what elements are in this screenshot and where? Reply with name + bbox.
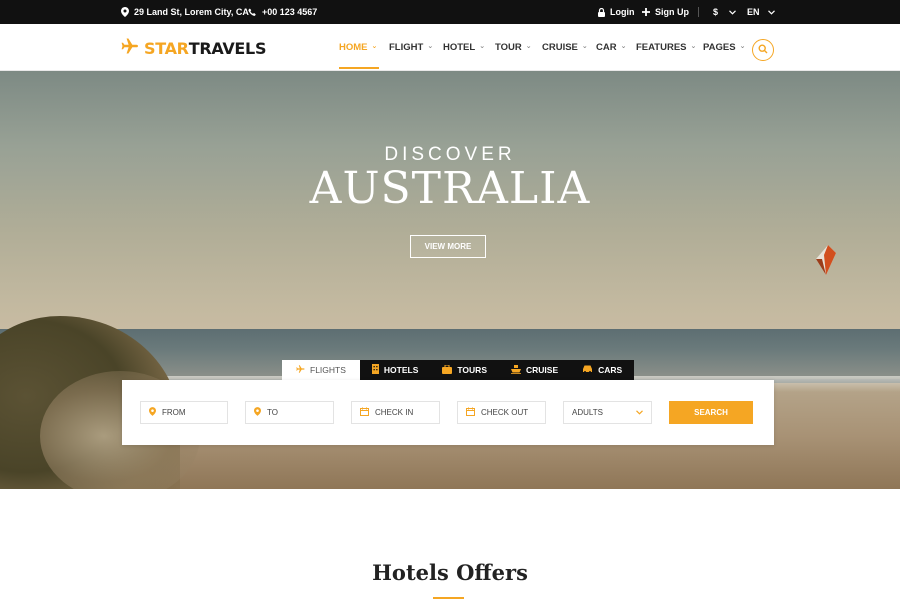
nav-features-label: FEATURES <box>636 41 687 53</box>
tab-cars[interactable]: CARS <box>570 360 635 380</box>
search-submit-button[interactable]: SEARCH <box>669 401 753 424</box>
hero-title: AUSTRALIA <box>309 163 591 214</box>
adults-select[interactable]: ADULTS <box>563 401 652 424</box>
chevron-down-icon: ⌄ <box>581 43 588 50</box>
chevron-down-icon <box>767 9 775 15</box>
nav-hotel-label: HOTEL <box>443 41 476 53</box>
plus-icon <box>642 8 650 16</box>
calendar-icon <box>466 407 475 418</box>
phone-text: +00 123 4567 <box>262 7 318 17</box>
view-more-button[interactable]: VIEW MORE <box>410 235 486 258</box>
search-tabs: FLIGHTS HOTELS TOURS CRUISE CARS <box>282 360 635 380</box>
phone-icon <box>248 7 257 17</box>
check-in-field[interactable]: CHECK IN <box>351 401 440 424</box>
check-out-placeholder: CHECK OUT <box>481 408 529 417</box>
chevron-down-icon: ⌄ <box>525 43 532 50</box>
to-field[interactable]: TO <box>245 401 334 424</box>
check-out-field[interactable]: CHECK OUT <box>457 401 546 424</box>
from-field[interactable]: FROM <box>140 401 228 424</box>
to-placeholder: TO <box>267 408 278 417</box>
tab-hotels[interactable]: HOTELS <box>359 360 431 380</box>
signup-link[interactable]: Sign Up <box>642 0 689 24</box>
plane-icon <box>296 365 305 375</box>
search-icon <box>758 41 768 59</box>
search-button[interactable] <box>752 39 774 61</box>
nav-cruise-label: CRUISE <box>542 41 578 53</box>
tab-cars-label: CARS <box>598 365 623 375</box>
map-pin-icon <box>121 7 129 17</box>
nav-car[interactable]: CAR ⌄ <box>596 24 626 70</box>
tab-tours-label: TOURS <box>457 365 487 375</box>
chevron-down-icon: ⌄ <box>620 43 627 50</box>
section-title-underline <box>433 597 464 599</box>
currency-selector[interactable]: $ <box>713 0 736 24</box>
chevron-down-icon: ⌄ <box>739 43 746 50</box>
nav-tour-label: TOUR <box>495 41 522 53</box>
top-bar: 29 Land St, Lorem City, CA +00 123 4567 … <box>0 0 900 24</box>
address-text: 29 Land St, Lorem City, CA <box>134 7 249 17</box>
nav-tour[interactable]: TOUR ⌄ <box>495 24 532 70</box>
nav-flight[interactable]: FLIGHT ⌄ <box>389 24 433 70</box>
tab-flights[interactable]: FLIGHTS <box>282 360 360 380</box>
nav-pages-label: PAGES <box>703 41 736 53</box>
login-link[interactable]: Login <box>598 0 635 24</box>
nav-home-label: HOME <box>339 41 368 53</box>
calendar-icon <box>360 407 369 418</box>
check-in-placeholder: CHECK IN <box>375 408 414 417</box>
signup-label: Sign Up <box>655 7 689 17</box>
lock-icon <box>598 7 605 17</box>
active-nav-indicator <box>339 67 379 69</box>
login-label: Login <box>610 7 635 17</box>
divider <box>698 7 699 17</box>
brand-name-part1: STAR <box>144 38 189 58</box>
car-icon <box>582 365 593 375</box>
nav-cruise[interactable]: CRUISE ⌄ <box>542 24 588 70</box>
currency-value: $ <box>713 7 719 17</box>
tab-cruise-label: CRUISE <box>526 365 559 375</box>
suitcase-icon <box>442 364 453 376</box>
chevron-down-icon <box>729 9 736 15</box>
language-value: EN <box>747 7 760 17</box>
chevron-down-icon <box>636 408 643 417</box>
brand-name-part2: TRAVELS <box>188 38 267 58</box>
tab-flights-label: FLIGHTS <box>310 365 346 375</box>
brand-logo[interactable]: STAR TRAVELS <box>121 36 266 60</box>
address-info: 29 Land St, Lorem City, CA <box>121 0 249 24</box>
kite-image <box>814 245 836 280</box>
adults-value: ADULTS <box>572 408 603 417</box>
tab-cruise[interactable]: CRUISE <box>499 360 571 380</box>
tab-tours[interactable]: TOURS <box>430 360 499 380</box>
chevron-down-icon: ⌄ <box>690 43 697 50</box>
chevron-down-icon: ⌄ <box>427 43 434 50</box>
map-pin-icon <box>254 407 261 418</box>
ship-icon <box>511 364 521 376</box>
hotel-icon <box>371 364 379 376</box>
nav-car-label: CAR <box>596 41 617 53</box>
nav-hotel[interactable]: HOTEL ⌄ <box>443 24 485 70</box>
flight-search-form: FROM TO CHECK IN CHECK OUT ADULTS SEARCH <box>122 380 774 445</box>
section-title: Hotels Offers <box>372 560 528 585</box>
nav-flight-label: FLIGHT <box>389 41 424 53</box>
nav-features[interactable]: FEATURES ⌄ <box>636 24 696 70</box>
phone-info: +00 123 4567 <box>248 0 317 24</box>
airplane-icon <box>121 38 139 58</box>
nav-pages[interactable]: PAGES ⌄ <box>703 24 745 70</box>
nav-home[interactable]: HOME ⌄ <box>339 24 377 70</box>
language-selector[interactable]: EN <box>747 0 775 24</box>
from-placeholder: FROM <box>162 408 186 417</box>
tab-hotels-label: HOTELS <box>383 365 419 375</box>
chevron-down-icon: ⌄ <box>479 43 486 50</box>
map-pin-icon <box>149 407 156 418</box>
chevron-down-icon: ⌄ <box>371 43 378 50</box>
